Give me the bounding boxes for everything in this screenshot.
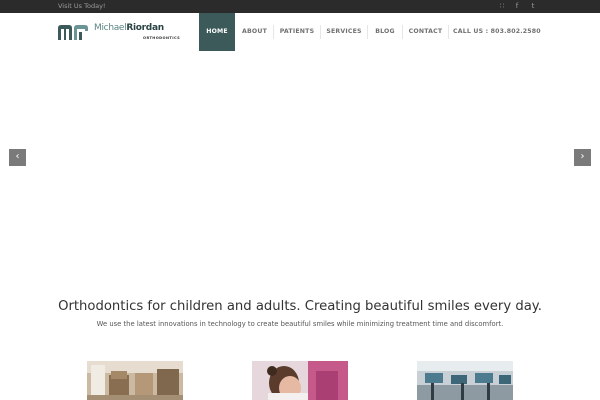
- treatment-room-image[interactable]: [417, 361, 513, 400]
- logo-wordmark: MichaelRiordan: [94, 23, 164, 33]
- nav-divider: [402, 25, 403, 39]
- nav-home[interactable]: HOME: [199, 13, 235, 51]
- nav-blog[interactable]: BLOG: [371, 13, 399, 51]
- nav-call-us[interactable]: CALL US : 803.802.2580: [453, 13, 541, 51]
- nav-patients[interactable]: PATIENTS: [277, 13, 317, 51]
- intro-heading: Orthodontics for children and adults. Cr…: [58, 299, 542, 314]
- office-waiting-room-image[interactable]: [87, 361, 183, 400]
- hero-slider: ‹ ›: [0, 51, 600, 281]
- nav-divider: [367, 25, 368, 39]
- patient-care-image[interactable]: [252, 361, 348, 400]
- site-logo[interactable]: MichaelRiordan ORTHODONTICS: [57, 22, 181, 44]
- top-bar: Visit Us Today! ∷ f t: [0, 0, 600, 13]
- site-header: MichaelRiordan ORTHODONTICS HOME ABOUT P…: [0, 13, 600, 51]
- nav-about[interactable]: ABOUT: [238, 13, 271, 51]
- nav-divider: [320, 25, 321, 39]
- nav-divider: [448, 25, 449, 39]
- slider-next-button[interactable]: ›: [574, 149, 591, 166]
- rss-icon[interactable]: ∷: [497, 1, 507, 12]
- slider-prev-button[interactable]: ‹: [9, 149, 26, 166]
- nav-services[interactable]: SERVICES: [324, 13, 364, 51]
- nav-divider: [273, 25, 274, 39]
- intro-subheading: We use the latest innovations in technol…: [96, 320, 504, 328]
- visit-us-text: Visit Us Today!: [58, 2, 106, 10]
- logo-subtitle: ORTHODONTICS: [143, 36, 181, 40]
- tumblr-icon[interactable]: t: [528, 1, 538, 12]
- nav-contact[interactable]: CONTACT: [406, 13, 445, 51]
- logo-mark-icon: [58, 25, 88, 40]
- facebook-icon[interactable]: f: [512, 1, 522, 12]
